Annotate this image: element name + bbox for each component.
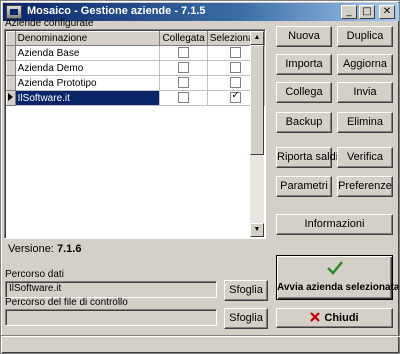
table-row-selected[interactable]: IlSoftware.it [6, 90, 265, 106]
table-row[interactable]: Azienda Demo [6, 60, 265, 76]
elimina-button[interactable]: Elimina [337, 112, 393, 133]
scroll-thumb[interactable] [250, 45, 264, 155]
selected-checkbox[interactable] [230, 47, 242, 59]
invia-button[interactable]: Invia [337, 82, 393, 103]
maximize-button[interactable]: □ [359, 5, 375, 19]
companies-label: Aziende configurate [5, 18, 94, 29]
app-icon [6, 5, 22, 19]
aggiorna-button[interactable]: Aggiorna [337, 54, 393, 75]
nuova-button[interactable]: Nuova [276, 26, 332, 47]
company-name: Azienda Base [15, 45, 161, 61]
connected-checkbox[interactable] [178, 77, 190, 89]
control-file-field[interactable] [5, 309, 217, 326]
parametri-button[interactable]: Parametri [276, 176, 332, 197]
verifica-button[interactable]: Verifica [337, 147, 393, 168]
companies-grid[interactable]: Denominazione Collegata Selezionata Azie… [4, 29, 266, 239]
connected-checkbox[interactable] [178, 92, 190, 104]
close-window-button[interactable]: ✕ [379, 5, 395, 19]
company-name: Azienda Prototipo [15, 75, 161, 91]
version-label: Versione: [8, 243, 54, 255]
row-indicator [6, 60, 16, 76]
table-row[interactable]: Azienda Prototipo [6, 75, 265, 91]
version-value: 7.1.6 [57, 243, 82, 255]
connected-cell [159, 90, 208, 106]
table-header-row: Denominazione Collegata Selezionata [6, 31, 265, 46]
connected-cell [159, 45, 208, 61]
table-row[interactable]: Azienda Base [6, 45, 265, 61]
connected-cell [159, 75, 208, 91]
company-name: Azienda Demo [15, 60, 161, 76]
green-check-icon [327, 261, 343, 275]
browse-control-button[interactable]: Sfoglia [224, 308, 268, 329]
window-title: Mosaico - Gestione aziende - 7.1.5 [27, 5, 206, 17]
scroll-down-icon[interactable]: ▼ [250, 223, 264, 237]
connected-checkbox[interactable] [178, 47, 190, 59]
current-row-indicator [6, 90, 16, 106]
scroll-up-icon[interactable]: ▲ [250, 31, 264, 45]
red-x-icon [310, 312, 321, 322]
row-indicator [6, 45, 16, 61]
riporta-saldi-button[interactable]: Riporta saldi [276, 147, 338, 168]
selected-checkbox-checked[interactable] [230, 91, 242, 104]
collega-button[interactable]: Collega [276, 82, 332, 103]
selected-checkbox[interactable] [230, 77, 242, 89]
companies-table: Denominazione Collegata Selezionata Azie… [6, 31, 265, 106]
data-path-field[interactable]: IlSoftware.it [5, 281, 217, 298]
company-name: IlSoftware.it [15, 90, 161, 106]
data-path-label: Percorso dati [5, 269, 64, 280]
start-company-label: Avvia azienda selezionata [277, 282, 400, 293]
column-header-connected[interactable]: Collegata [159, 31, 208, 46]
preferenze-button[interactable]: Preferenze [337, 176, 393, 197]
informazioni-button[interactable]: Informazioni [276, 214, 393, 235]
row-indicator [6, 75, 16, 91]
vertical-scrollbar[interactable]: ▲ ▼ [250, 31, 264, 237]
chiudi-button[interactable]: Chiudi [276, 308, 393, 328]
connected-checkbox[interactable] [178, 62, 190, 74]
header-indicator [6, 31, 16, 46]
app-window: Mosaico - Gestione aziende - 7.1.5 _ □ ✕… [0, 0, 400, 354]
backup-button[interactable]: Backup [276, 112, 332, 133]
row-pointer-icon [8, 92, 14, 101]
minimize-button[interactable]: _ [341, 5, 357, 19]
start-company-button[interactable]: Avvia azienda selezionata [276, 255, 400, 300]
column-header-name[interactable]: Denominazione [14, 31, 161, 46]
chiudi-label: Chiudi [324, 312, 359, 324]
status-divider [1, 335, 400, 337]
importa-button[interactable]: Importa [276, 54, 332, 75]
connected-cell [159, 60, 208, 76]
selected-checkbox[interactable] [230, 62, 242, 74]
control-file-label: Percorso del file di controllo [5, 297, 128, 308]
browse-data-button[interactable]: Sfoglia [224, 280, 268, 301]
duplica-button[interactable]: Duplica [337, 26, 393, 47]
